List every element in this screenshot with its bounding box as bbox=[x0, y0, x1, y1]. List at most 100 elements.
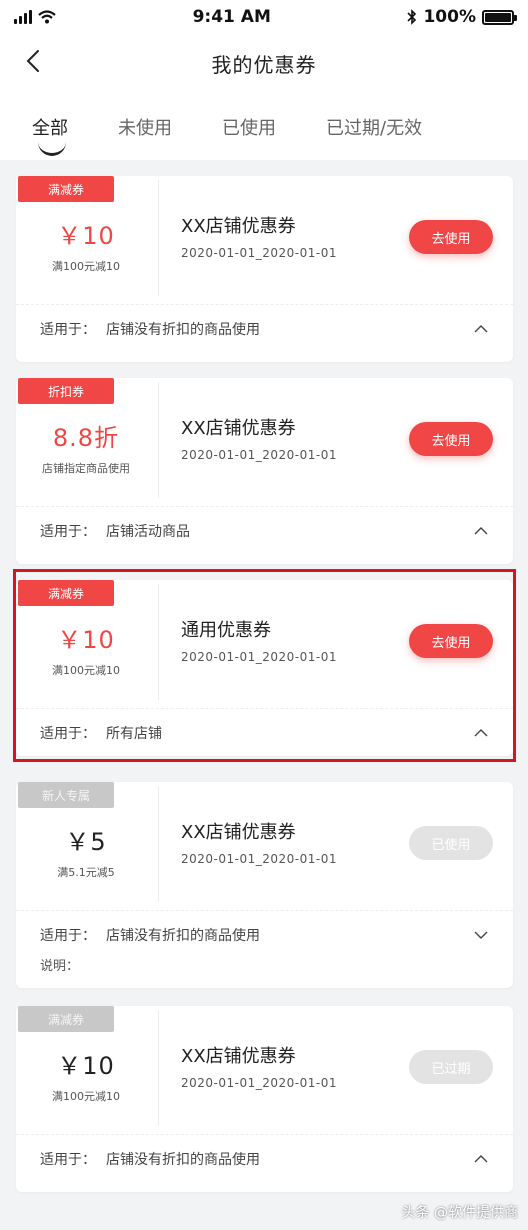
coupon-amount: ￥5 bbox=[65, 828, 107, 856]
status-left bbox=[14, 10, 56, 24]
coupon-tag: 满减券 bbox=[18, 1006, 114, 1032]
chevron-down-icon[interactable] bbox=[473, 927, 489, 943]
scope-label: 适用于： bbox=[40, 524, 96, 540]
coupon-main: 新人专属 ￥5 满5.1元减5 XX店铺优惠券 2020-01-01_2020-… bbox=[16, 782, 513, 910]
battery-level bbox=[485, 12, 511, 22]
tab-label: 全部 bbox=[32, 118, 68, 139]
scope-label: 适用于： bbox=[40, 1152, 96, 1168]
status-bar: 9:41 AM 100% bbox=[0, 0, 528, 34]
expired-coupon-button[interactable]: 已过期 bbox=[409, 1050, 493, 1084]
coupon-card: 满减券 ￥10 满100元减10 XX店铺优惠券 2020-01-01_2020… bbox=[16, 1006, 513, 1192]
coupon-main: 满减券 ￥10 满100元减10 XX店铺优惠券 2020-01-01_2020… bbox=[16, 176, 513, 304]
tab-label: 已使用 bbox=[222, 118, 276, 139]
coupon-date: 2020-01-01_2020-01-01 bbox=[181, 650, 337, 664]
scope-value: 店铺没有折扣的商品使用 bbox=[106, 928, 260, 944]
scope-value: 所有店铺 bbox=[106, 726, 162, 742]
scope-text: 适用于： 店铺活动商品 bbox=[40, 521, 190, 541]
bluetooth-icon bbox=[407, 9, 417, 25]
scope-row: 适用于： 店铺没有折扣的商品使用 bbox=[40, 925, 489, 945]
coupon-card: 新人专属 ￥5 满5.1元减5 XX店铺优惠券 2020-01-01_2020-… bbox=[16, 782, 513, 988]
coupon-note: 说明： bbox=[40, 959, 80, 974]
use-coupon-button[interactable]: 去使用 bbox=[409, 624, 493, 658]
coupon-amount: 8.8折 bbox=[52, 424, 120, 452]
coupon-title: XX店铺优惠券 bbox=[181, 1046, 296, 1067]
status-time: 9:41 AM bbox=[192, 7, 271, 27]
scope-row: 适用于： 所有店铺 bbox=[40, 723, 489, 743]
watermark: 头条 @软件提供商 bbox=[401, 1205, 518, 1221]
divider bbox=[158, 1010, 159, 1126]
tab-active-indicator bbox=[38, 142, 66, 156]
coupon-title: XX店铺优惠券 bbox=[181, 822, 296, 843]
coupon-condition: 满100元减10 bbox=[52, 1090, 120, 1103]
coupon-main: 折扣券 8.8折 店铺指定商品使用 XX店铺优惠券 2020-01-01_202… bbox=[16, 378, 513, 506]
scope-row: 适用于： 店铺没有折扣的商品使用 bbox=[40, 319, 489, 339]
coupon-main: 满减券 ￥10 满100元减10 通用优惠券 2020-01-01_2020-0… bbox=[16, 580, 513, 708]
coupon-condition: 满100元减10 bbox=[52, 664, 120, 677]
tab-unused[interactable]: 未使用 bbox=[118, 92, 222, 140]
coupon-main: 满减券 ￥10 满100元减10 XX店铺优惠券 2020-01-01_2020… bbox=[16, 1006, 513, 1134]
coupon-amount: ￥10 bbox=[57, 1052, 115, 1080]
scope-text: 适用于： 店铺没有折扣的商品使用 bbox=[40, 925, 260, 945]
battery-percent: 100% bbox=[423, 7, 476, 27]
signal-icon bbox=[14, 10, 32, 24]
coupon-condition: 满5.1元减5 bbox=[57, 866, 115, 879]
chevron-up-icon[interactable] bbox=[473, 1151, 489, 1167]
chevron-up-icon[interactable] bbox=[473, 321, 489, 337]
scope-label: 适用于： bbox=[40, 928, 96, 944]
tab-label: 已过期/无效 bbox=[326, 118, 423, 139]
status-right: 100% bbox=[407, 7, 517, 27]
divider bbox=[158, 180, 159, 296]
coupon-date: 2020-01-01_2020-01-01 bbox=[181, 1076, 337, 1090]
coupon-tag: 新人专属 bbox=[18, 782, 114, 808]
coupon-scope: 适用于： 店铺没有折扣的商品使用 bbox=[16, 304, 513, 339]
coupon-card: 满减券 ￥10 满100元减10 XX店铺优惠券 2020-01-01_2020… bbox=[16, 176, 513, 362]
tab-expired[interactable]: 已过期/无效 bbox=[326, 92, 466, 140]
coupon-card-highlighted: 满减券 ￥10 满100元减10 通用优惠券 2020-01-01_2020-0… bbox=[16, 580, 513, 756]
scope-label: 适用于： bbox=[40, 322, 96, 338]
coupon-tag: 折扣券 bbox=[18, 378, 114, 404]
coupon-condition: 店铺指定商品使用 bbox=[42, 462, 130, 475]
coupon-date: 2020-01-01_2020-01-01 bbox=[181, 448, 337, 462]
chevron-left-icon bbox=[26, 50, 39, 72]
divider bbox=[158, 382, 159, 498]
chevron-up-icon[interactable] bbox=[473, 725, 489, 741]
coupon-amount: ￥10 bbox=[57, 626, 115, 654]
page-title: 我的优惠券 bbox=[211, 52, 317, 77]
scope-value: 店铺没有折扣的商品使用 bbox=[106, 1152, 260, 1168]
wifi-icon bbox=[38, 10, 56, 24]
coupon-title: XX店铺优惠券 bbox=[181, 418, 296, 439]
scope-label: 适用于： bbox=[40, 726, 96, 742]
tab-label: 未使用 bbox=[118, 118, 172, 139]
nav-bar: 我的优惠券 bbox=[0, 34, 528, 92]
tab-bar: 全部 未使用 已使用 已过期/无效 bbox=[0, 92, 528, 160]
coupon-tag: 满减券 bbox=[18, 580, 114, 606]
tab-used[interactable]: 已使用 bbox=[222, 92, 326, 140]
coupon-card: 折扣券 8.8折 店铺指定商品使用 XX店铺优惠券 2020-01-01_202… bbox=[16, 378, 513, 564]
scope-row: 适用于： 店铺没有折扣的商品使用 bbox=[40, 1149, 489, 1169]
coupon-date: 2020-01-01_2020-01-01 bbox=[181, 852, 337, 866]
divider bbox=[158, 584, 159, 700]
chevron-up-icon[interactable] bbox=[473, 523, 489, 539]
coupon-scope: 适用于： 店铺没有折扣的商品使用 bbox=[16, 1134, 513, 1169]
use-coupon-button[interactable]: 去使用 bbox=[409, 220, 493, 254]
coupon-title: XX店铺优惠券 bbox=[181, 216, 296, 237]
scope-row: 适用于： 店铺活动商品 bbox=[40, 521, 489, 541]
scope-text: 适用于： 店铺没有折扣的商品使用 bbox=[40, 1149, 260, 1169]
used-coupon-button[interactable]: 已使用 bbox=[409, 826, 493, 860]
coupon-amount: ￥10 bbox=[57, 222, 115, 250]
tab-all[interactable]: 全部 bbox=[32, 92, 118, 156]
coupon-scope: 适用于： 所有店铺 bbox=[16, 708, 513, 743]
scope-value: 店铺没有折扣的商品使用 bbox=[106, 322, 260, 338]
scope-text: 适用于： 所有店铺 bbox=[40, 723, 162, 743]
coupon-scope: 适用于： 店铺没有折扣的商品使用 说明： bbox=[16, 910, 513, 974]
divider bbox=[158, 786, 159, 902]
coupon-title: 通用优惠券 bbox=[181, 620, 271, 641]
use-coupon-button[interactable]: 去使用 bbox=[409, 422, 493, 456]
coupon-scope: 适用于： 店铺活动商品 bbox=[16, 506, 513, 541]
back-button[interactable] bbox=[18, 46, 48, 76]
scope-text: 适用于： 店铺没有折扣的商品使用 bbox=[40, 319, 260, 339]
coupon-condition: 满100元减10 bbox=[52, 260, 120, 273]
coupon-date: 2020-01-01_2020-01-01 bbox=[181, 246, 337, 260]
battery-icon bbox=[482, 9, 517, 25]
scope-value: 店铺活动商品 bbox=[106, 524, 190, 540]
